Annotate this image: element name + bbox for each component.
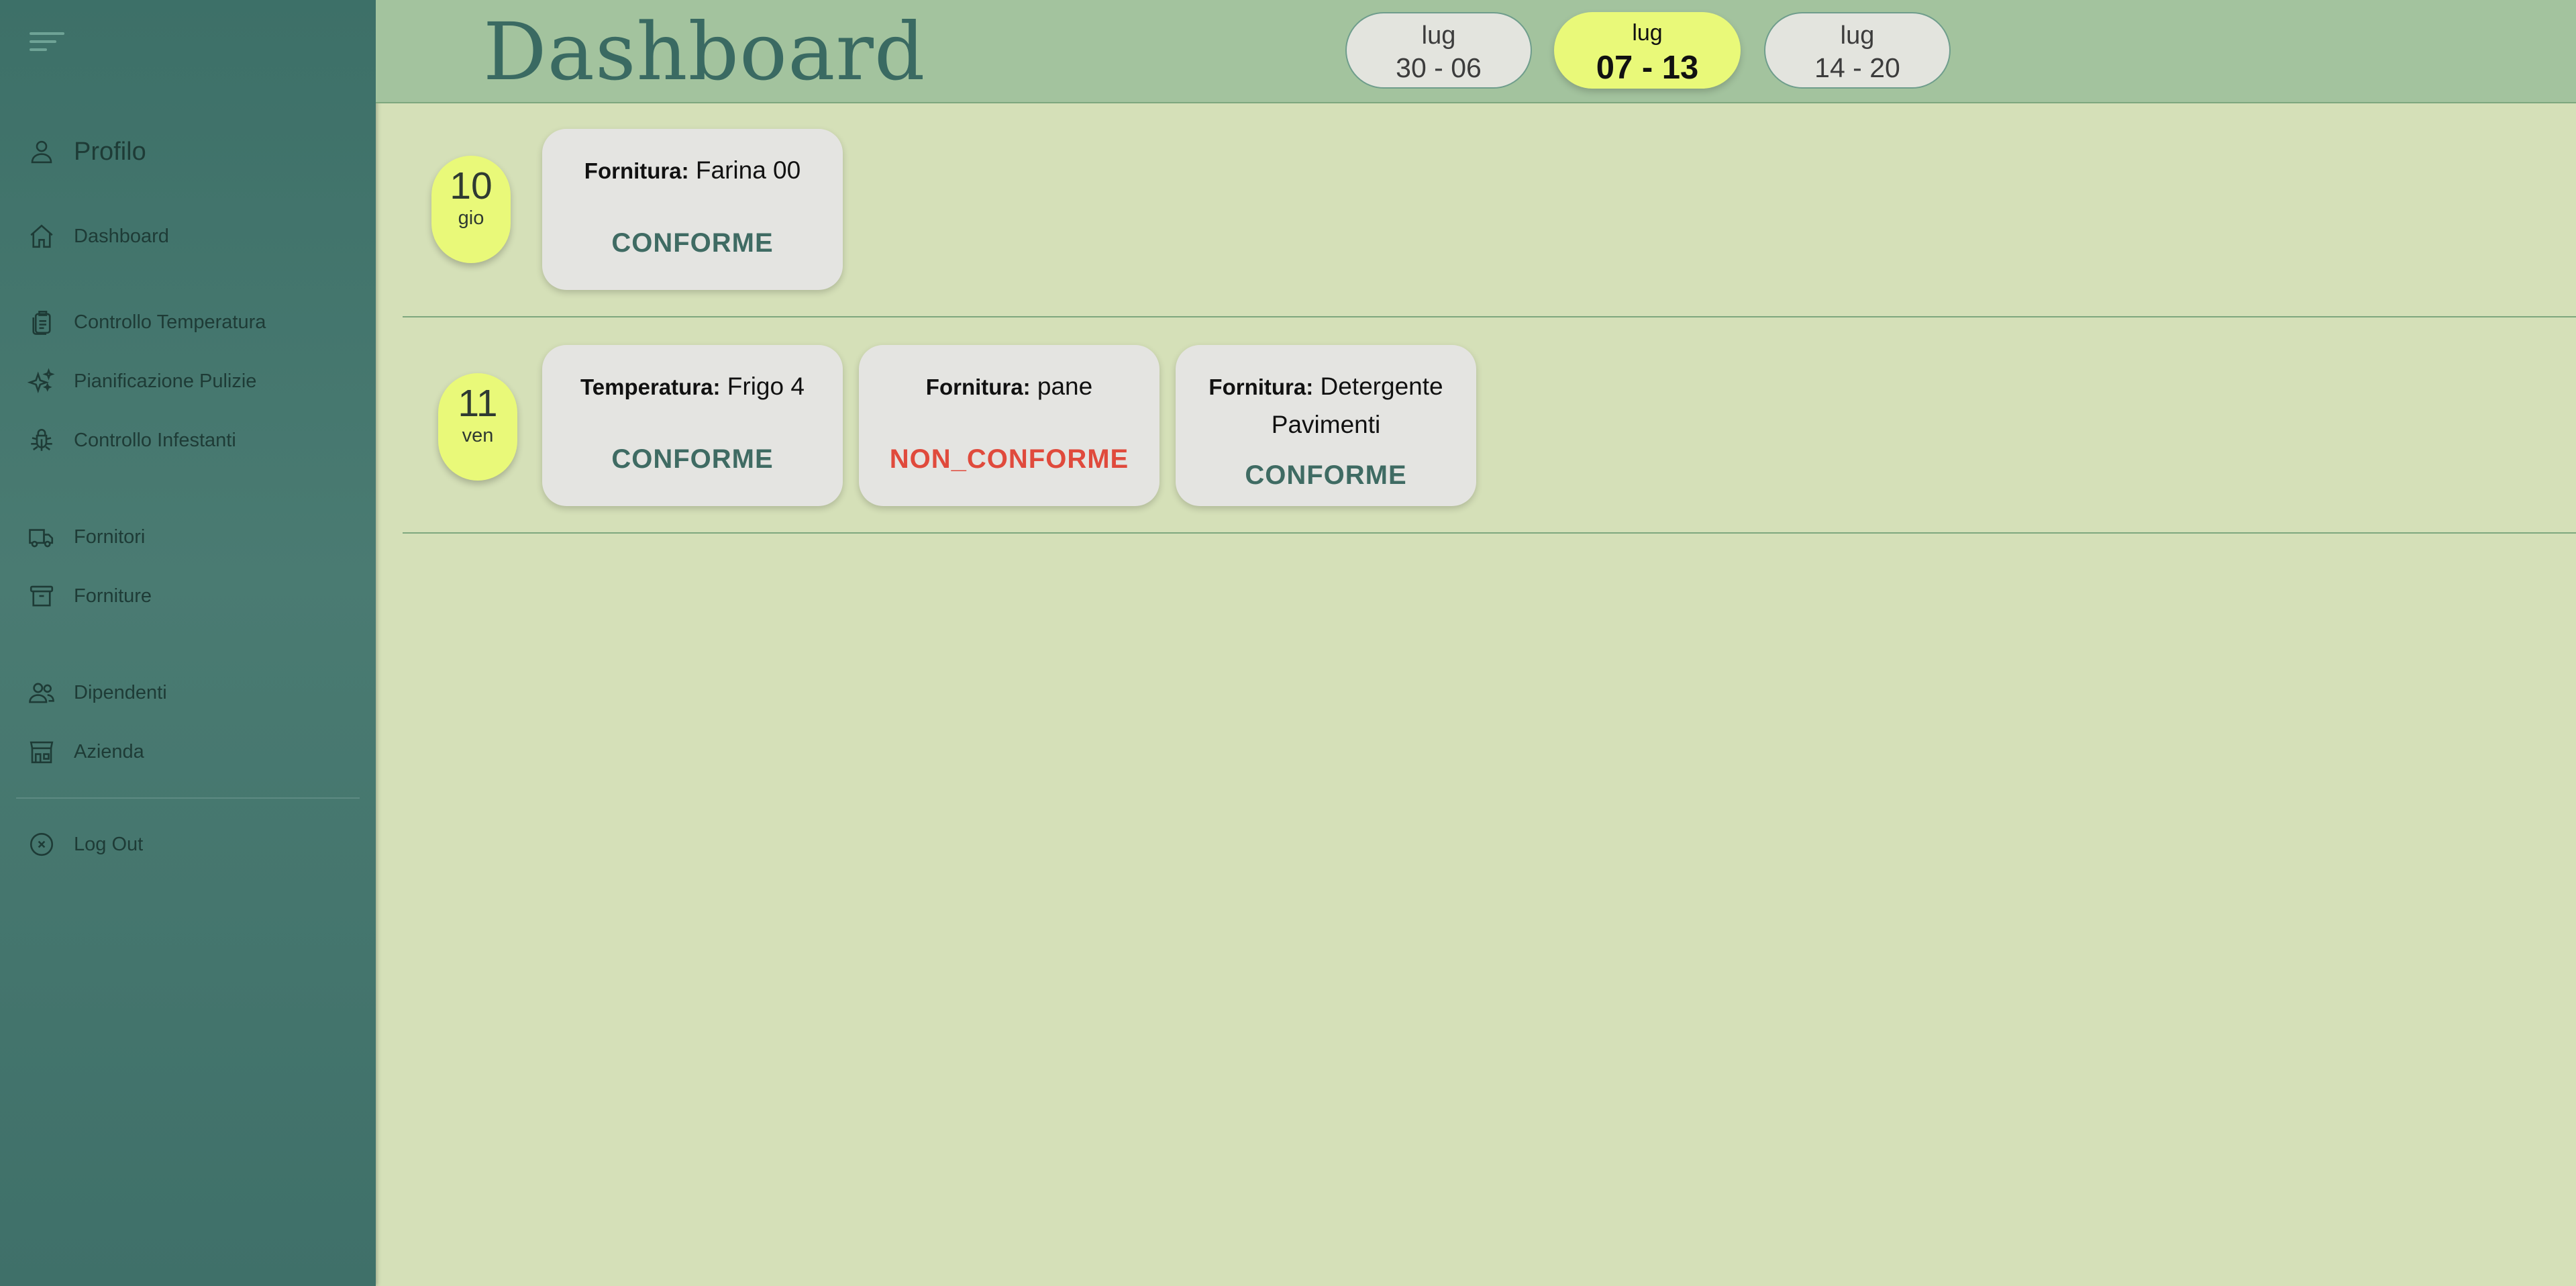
sidebar-item-label: Fornitori (74, 526, 146, 548)
sparkles-icon (27, 366, 56, 396)
sidebar-divider (16, 797, 360, 799)
day-badge: 10 gio (431, 156, 511, 263)
sidebar-item-profilo[interactable]: Profilo (27, 137, 146, 166)
building-storefront-icon (27, 737, 56, 766)
week-selector-next[interactable]: lug 14 - 20 (1764, 12, 1951, 89)
logout-button[interactable]: Log Out (27, 830, 143, 859)
user-icon (27, 137, 56, 166)
sidebar-item-label: Forniture (74, 585, 152, 607)
activity-card[interactable]: Fornitura: Farina 00 CONFORME (542, 129, 843, 290)
week-selector-current[interactable]: lug 07 - 13 (1554, 12, 1741, 89)
x-circle-icon (27, 830, 56, 859)
status-badge: CONFORME (611, 444, 774, 474)
clipboard-icon (27, 307, 56, 337)
sidebar-item-label: Log Out (74, 833, 144, 855)
card-type: Fornitura: (1208, 375, 1314, 399)
week-range: 07 - 13 (1596, 50, 1699, 86)
home-icon (27, 221, 56, 251)
sidebar-item-label: Dipendenti (74, 681, 167, 703)
week-selector-prev[interactable]: lug 30 - 06 (1345, 12, 1532, 89)
sidebar-item-label: Dashboard (74, 225, 169, 247)
sidebar-item-azienda[interactable]: Azienda (27, 737, 144, 766)
day-weekday: ven (462, 425, 494, 446)
card-title: Temperatura: Frigo 4 (542, 368, 843, 406)
sidebar-item-label: Profilo (74, 137, 146, 166)
sidebar-item-fornitori[interactable]: Fornitori (27, 522, 145, 552)
activity-card[interactable]: Fornitura: Detergente Pavimenti CONFORME (1176, 345, 1476, 506)
card-item-name: pane (1037, 373, 1093, 400)
row-divider (403, 316, 2576, 317)
week-range: 30 - 06 (1396, 52, 1482, 83)
status-badge: CONFORME (611, 228, 774, 258)
status-badge: CONFORME (1245, 460, 1407, 490)
status-badge: NON_CONFORME (889, 444, 1129, 474)
day-number: 10 (450, 164, 493, 207)
sidebar-item-label: Controllo Temperatura (74, 311, 266, 333)
sidebar-item-dashboard[interactable]: Dashboard (27, 221, 169, 251)
sidebar-item-label: Pianificazione Pulizie (74, 370, 257, 392)
week-month: lug (1421, 21, 1456, 50)
sidebar-item-label: Controllo Infestanti (74, 429, 236, 451)
sidebar-item-controllo-infestanti[interactable]: Controllo Infestanti (27, 426, 236, 455)
sidebar-item-controllo-temperatura[interactable]: Controllo Temperatura (27, 307, 266, 337)
truck-icon (27, 522, 56, 552)
card-title: Fornitura: Detergente Pavimenti (1176, 368, 1476, 444)
day-number: 11 (458, 382, 498, 425)
sidebar: Profilo Dashboard Controllo Temperatura … (0, 0, 376, 1286)
card-item-name: Farina 00 (695, 156, 801, 184)
day-weekday: gio (458, 207, 484, 229)
card-type: Fornitura: (584, 158, 689, 183)
menu-icon[interactable] (30, 30, 64, 54)
page-title: Dashboard (483, 5, 926, 98)
sidebar-item-pianificazione-pulizie[interactable]: Pianificazione Pulizie (27, 366, 256, 396)
sidebar-item-dipendenti[interactable]: Dipendenti (27, 678, 167, 707)
card-item-name: Frigo 4 (727, 373, 805, 400)
day-badge: 11 ven (438, 373, 517, 481)
sidebar-item-forniture[interactable]: Forniture (27, 581, 152, 611)
bug-icon (27, 426, 56, 455)
archive-box-icon (27, 581, 56, 611)
header: Dashboard lug 30 - 06 lug 07 - 13 lug 14… (376, 0, 2576, 103)
activity-card[interactable]: Temperatura: Frigo 4 CONFORME (542, 345, 843, 506)
card-type: Fornitura: (925, 375, 1031, 399)
card-title: Fornitura: Farina 00 (542, 152, 843, 190)
row-divider (403, 532, 2576, 534)
week-month: lug (1840, 21, 1875, 50)
card-title: Fornitura: pane (859, 368, 1160, 406)
week-range: 14 - 20 (1814, 52, 1900, 83)
card-type: Temperatura: (580, 375, 721, 399)
sidebar-item-label: Azienda (74, 740, 144, 762)
users-icon (27, 678, 56, 707)
week-month: lug (1632, 20, 1663, 46)
activity-card[interactable]: Fornitura: pane NON_CONFORME (859, 345, 1160, 506)
